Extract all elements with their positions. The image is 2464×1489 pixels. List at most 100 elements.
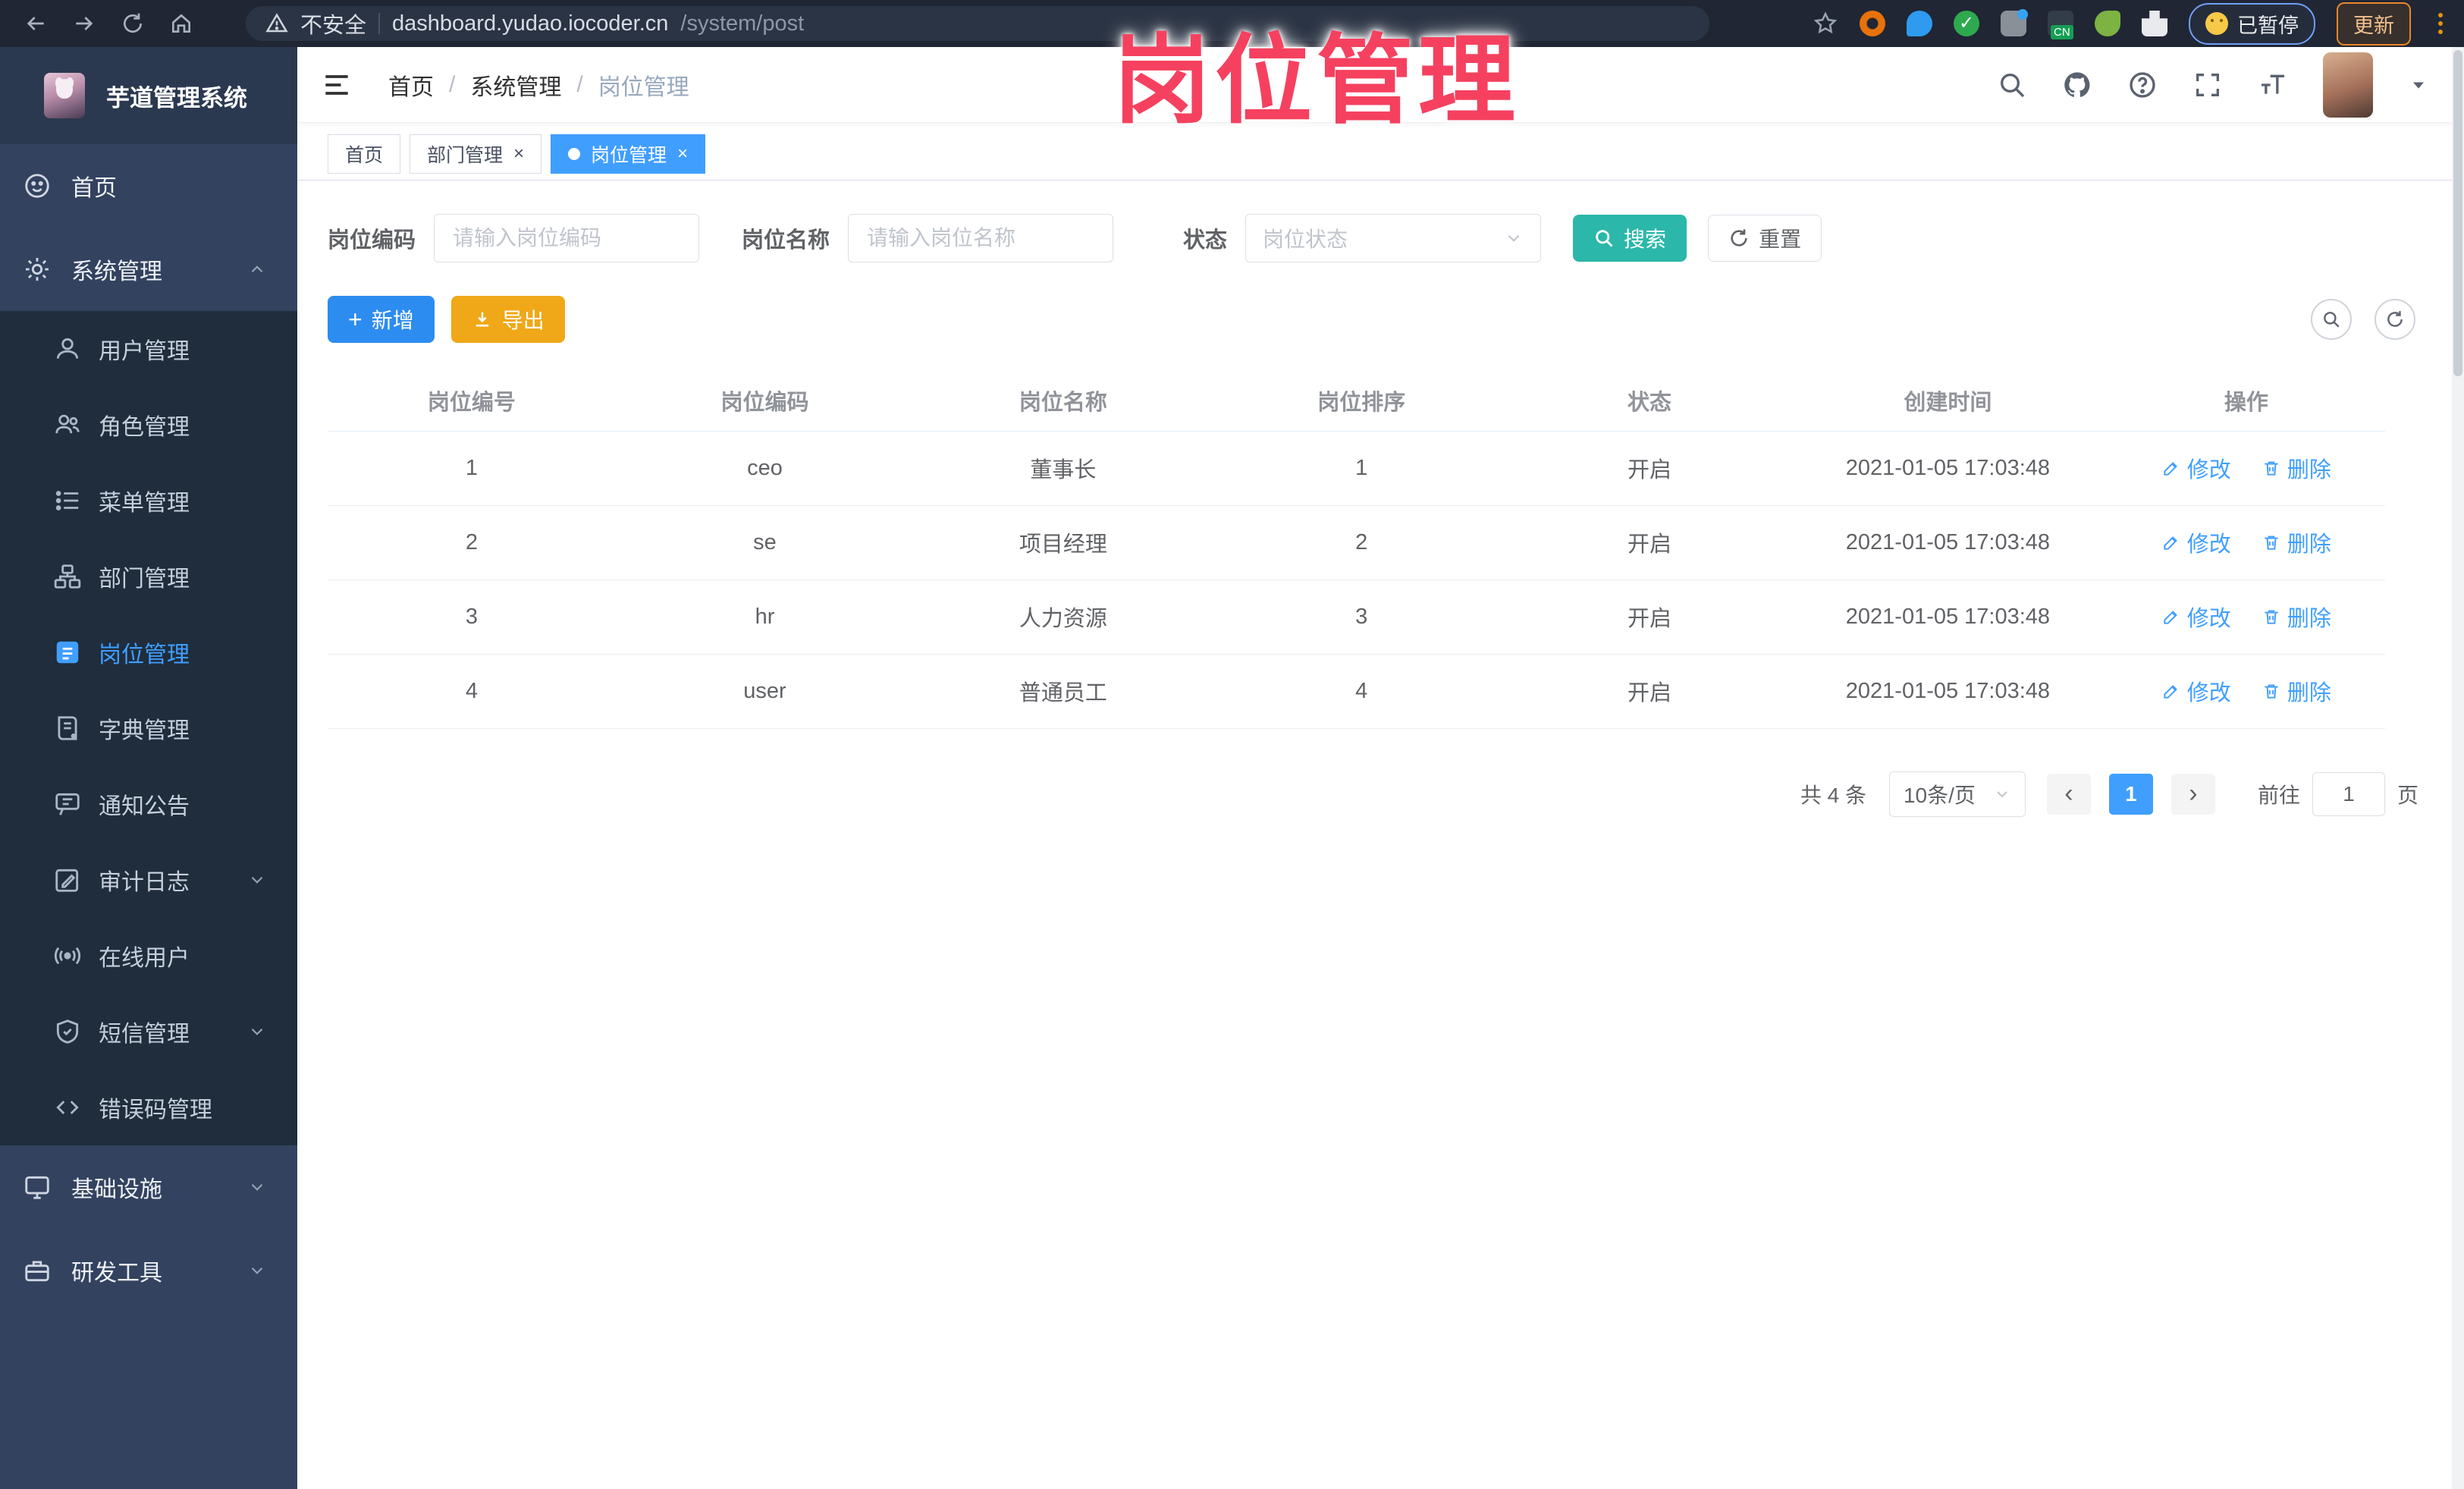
sidebar-item-label: 通知公告 <box>99 794 190 819</box>
chevron-down-icon <box>1997 790 2007 797</box>
tab-bar: 首页 部门管理 × 岗位管理 × <box>297 123 2464 181</box>
sidebar-item-error-code-management[interactable]: 错误码管理 <box>0 1070 297 1145</box>
sidebar-item-dict-management[interactable]: 字典管理 <box>0 690 297 766</box>
paused-profile-badge[interactable]: 已暂停 <box>2189 2 2315 45</box>
font-size-icon[interactable] <box>2258 70 2288 100</box>
refresh-table-button[interactable] <box>2375 299 2415 340</box>
page-size-select[interactable]: 10条/页 <box>1888 771 2026 817</box>
breadcrumb-separator: / <box>449 71 456 97</box>
collapse-sidebar-icon[interactable] <box>320 68 353 102</box>
sidebar-item-dev-tools[interactable]: 研发工具 <box>0 1229 297 1312</box>
prev-page-button[interactable]: ‹ <box>2046 773 2091 815</box>
browser-back-icon[interactable] <box>15 3 56 44</box>
browser-menu-kebab-icon[interactable] <box>2432 13 2449 34</box>
status-select[interactable]: 岗位状态 <box>1245 214 1542 262</box>
search-button[interactable]: 搜索 <box>1573 215 1687 262</box>
sidebar-item-infrastructure[interactable]: 基础设施 <box>0 1145 297 1229</box>
sidebar-item-system-management[interactable]: 系统管理 <box>0 228 297 311</box>
orange-ring-extension-icon[interactable] <box>1860 11 1885 36</box>
sidebar-item-department-management[interactable]: 部门管理 <box>0 539 297 614</box>
active-tab-dot <box>568 148 581 160</box>
column-post-id: 岗位编号 <box>328 370 616 432</box>
delete-link[interactable]: 删除 <box>2262 452 2331 484</box>
breadcrumb-system[interactable]: 系统管理 <box>470 68 561 102</box>
edit-link[interactable]: 修改 <box>2161 526 2231 558</box>
cell-post-code: ceo <box>615 431 915 506</box>
export-button[interactable]: 导出 <box>450 296 565 343</box>
edit-link[interactable]: 修改 <box>2161 452 2231 484</box>
search-icon <box>2324 312 2340 328</box>
sidebar-item-notice-announcement[interactable]: 通知公告 <box>0 766 297 842</box>
chevron-down-icon <box>247 1177 267 1197</box>
green-leaf-extension-icon[interactable] <box>2095 11 2120 36</box>
toggle-search-button[interactable] <box>2311 299 2352 340</box>
edit-link[interactable]: 修改 <box>2161 601 2231 633</box>
sidebar-item-label: 系统管理 <box>71 259 162 284</box>
bookmark-star-icon[interactable] <box>1813 11 1838 36</box>
tab-post-management[interactable]: 岗位管理 × <box>551 134 706 174</box>
online-icon <box>53 941 82 970</box>
url-path[interactable]: /system/post <box>680 11 804 36</box>
close-icon[interactable]: × <box>677 145 688 163</box>
browser-forward-icon[interactable] <box>64 3 105 44</box>
edit-icon <box>2164 611 2177 624</box>
goto-page-input[interactable] <box>2312 771 2385 816</box>
trash-icon <box>2265 461 2278 476</box>
sidebar-item-online-users[interactable]: 在线用户 <box>0 918 297 994</box>
browser-reload-icon[interactable] <box>112 3 153 44</box>
browser-home-icon[interactable] <box>161 3 202 44</box>
page-scrollbar[interactable] <box>2452 47 2464 1489</box>
browser-update-button[interactable]: 更新 <box>2337 2 2411 46</box>
tab-department-management[interactable]: 部门管理 × <box>410 134 542 174</box>
tools-icon <box>23 1256 52 1285</box>
edit-icon <box>2164 462 2177 476</box>
sidebar-item-home[interactable]: 首页 <box>0 144 297 228</box>
user-avatar[interactable] <box>2323 52 2373 118</box>
top-navbar: 首页 / 系统管理 / 岗位管理 <box>297 47 2464 123</box>
column-status: 状态 <box>1510 370 1789 432</box>
page-number-1[interactable]: 1 <box>2108 773 2153 815</box>
post-table: 岗位编号 岗位编码 岗位名称 岗位排序 状态 创建时间 操作 1 ceo 董事长… <box>328 370 2385 729</box>
puzzle-extension-icon[interactable] <box>2142 11 2167 36</box>
help-icon[interactable] <box>2127 70 2158 100</box>
delete-link[interactable]: 删除 <box>2262 526 2331 558</box>
sidebar-menu: 首页 系统管理 用户管理 角色管理 菜单管理 部门管理 岗位管理 字典管理 通知… <box>0 144 297 1489</box>
cell-post-sort: 4 <box>1212 654 1511 729</box>
home-icon <box>23 171 52 200</box>
edit-link[interactable]: 修改 <box>2161 675 2231 707</box>
breadcrumb-home[interactable]: 首页 <box>388 68 434 102</box>
reset-button[interactable]: 重置 <box>1708 215 1822 262</box>
sidebar-item-sms-management[interactable]: 短信管理 <box>0 994 297 1070</box>
add-button[interactable]: + 新增 <box>328 296 435 343</box>
sidebar-item-role-management[interactable]: 角色管理 <box>0 387 297 463</box>
url-host[interactable]: dashboard.yudao.iocoder.cn <box>392 11 668 36</box>
green-check-extension-icon[interactable] <box>1954 11 1979 36</box>
sidebar-item-menu-management[interactable]: 菜单管理 <box>0 463 297 539</box>
sidebar-item-label: 角色管理 <box>99 415 190 440</box>
scrollbar-thumb[interactable] <box>2453 50 2462 376</box>
trash-icon <box>2265 684 2278 699</box>
sidebar-item-post-management[interactable]: 岗位管理 <box>0 614 297 690</box>
not-secure-warning-icon[interactable] <box>265 12 288 35</box>
post-code-input[interactable] <box>434 214 700 262</box>
caret-down-icon[interactable] <box>2408 74 2429 96</box>
sidebar-item-user-management[interactable]: 用户管理 <box>0 311 297 387</box>
tab-home[interactable]: 首页 <box>328 134 401 174</box>
delete-link[interactable]: 删除 <box>2262 675 2331 707</box>
blue-pin-extension-icon[interactable] <box>1907 11 1932 36</box>
cell-post-sort: 3 <box>1212 580 1511 655</box>
not-secure-label[interactable]: 不安全 <box>300 8 366 39</box>
role-icon <box>53 410 82 439</box>
chevron-down-icon <box>247 870 267 890</box>
delete-link[interactable]: 删除 <box>2262 601 2331 633</box>
fullscreen-icon[interactable] <box>2192 70 2223 100</box>
search-icon[interactable] <box>1997 70 2027 100</box>
next-page-button[interactable]: › <box>2171 773 2215 815</box>
cn-badge-extension-icon[interactable] <box>2048 11 2073 39</box>
sidebar-item-audit-log[interactable]: 审计日志 <box>0 842 297 918</box>
github-icon[interactable] <box>2062 70 2092 100</box>
gray-blue-dot-extension-icon[interactable] <box>2001 9 2028 36</box>
browser-address-bar[interactable]: 不安全 dashboard.yudao.iocoder.cn/system/po… <box>246 6 1709 41</box>
post-name-input[interactable] <box>848 214 1114 262</box>
close-icon[interactable]: × <box>513 145 524 163</box>
